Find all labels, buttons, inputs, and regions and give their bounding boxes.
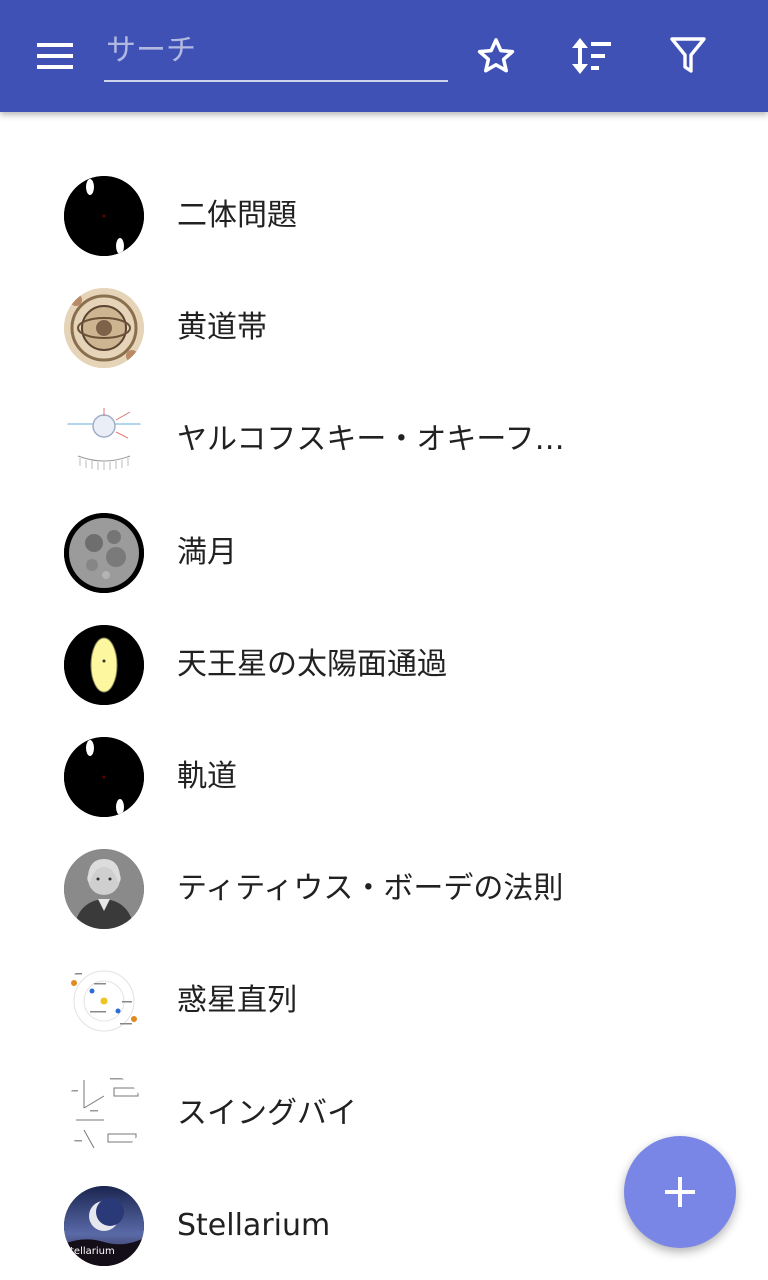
app-bar <box>0 0 768 112</box>
article-thumbnail: tellarium <box>64 1185 144 1266</box>
list-item[interactable]: 黄道帯 <box>0 272 768 384</box>
search-input[interactable] <box>104 22 448 78</box>
svg-text:tellarium: tellarium <box>70 1246 115 1257</box>
article-thumbnail <box>64 849 144 930</box>
plus-icon <box>665 1177 695 1207</box>
menu-button[interactable] <box>28 34 84 78</box>
search-field-container <box>104 22 448 82</box>
article-title: 満月 <box>177 534 237 570</box>
list-item[interactable]: ティティウス・ボーデの法則 <box>0 833 768 945</box>
article-title: Stellarium <box>177 1207 331 1243</box>
article-thumbnail <box>64 512 144 593</box>
star-outline-icon <box>477 38 515 73</box>
filter-button[interactable] <box>660 28 716 84</box>
list-item[interactable]: 天王星の太陽面通過 <box>0 609 768 721</box>
sort-button[interactable] <box>563 28 619 84</box>
list-item[interactable]: ヤルコフスキー・オキーフ… <box>0 384 768 496</box>
filter-icon <box>670 37 706 73</box>
article-title: 惑星直列 <box>177 983 297 1019</box>
article-thumbnail <box>64 176 144 256</box>
list-item[interactable]: 軌道 <box>0 721 768 833</box>
list-item[interactable]: 二体問題 <box>0 160 768 272</box>
hamburger-menu-icon <box>37 43 73 69</box>
article-thumbnail <box>64 736 144 817</box>
article-title: 天王星の太陽面通過 <box>177 646 447 682</box>
sort-icon <box>572 38 611 74</box>
article-title: 軌道 <box>177 758 237 794</box>
article-thumbnail <box>64 400 144 481</box>
article-thumbnail <box>64 1073 144 1154</box>
add-button[interactable] <box>624 1136 736 1248</box>
article-thumbnail <box>64 624 144 705</box>
favorites-button[interactable] <box>468 28 524 84</box>
article-title: 二体問題 <box>177 198 297 233</box>
article-title: スイングバイ <box>177 1095 357 1131</box>
article-title: ヤルコフスキー・オキーフ… <box>177 422 565 458</box>
article-title: 黄道帯 <box>177 310 267 346</box>
list-item[interactable]: 満月 <box>0 497 768 609</box>
article-list: 二体問題 黄道帯 ヤルコフスキー・オキーフ… 満月 天王星の太陽面通過 軌道 テ… <box>0 160 768 1280</box>
article-thumbnail <box>64 961 144 1042</box>
article-thumbnail <box>64 288 144 369</box>
article-title: ティティウス・ボーデの法則 <box>177 871 564 907</box>
list-item[interactable]: 惑星直列 <box>0 945 768 1057</box>
